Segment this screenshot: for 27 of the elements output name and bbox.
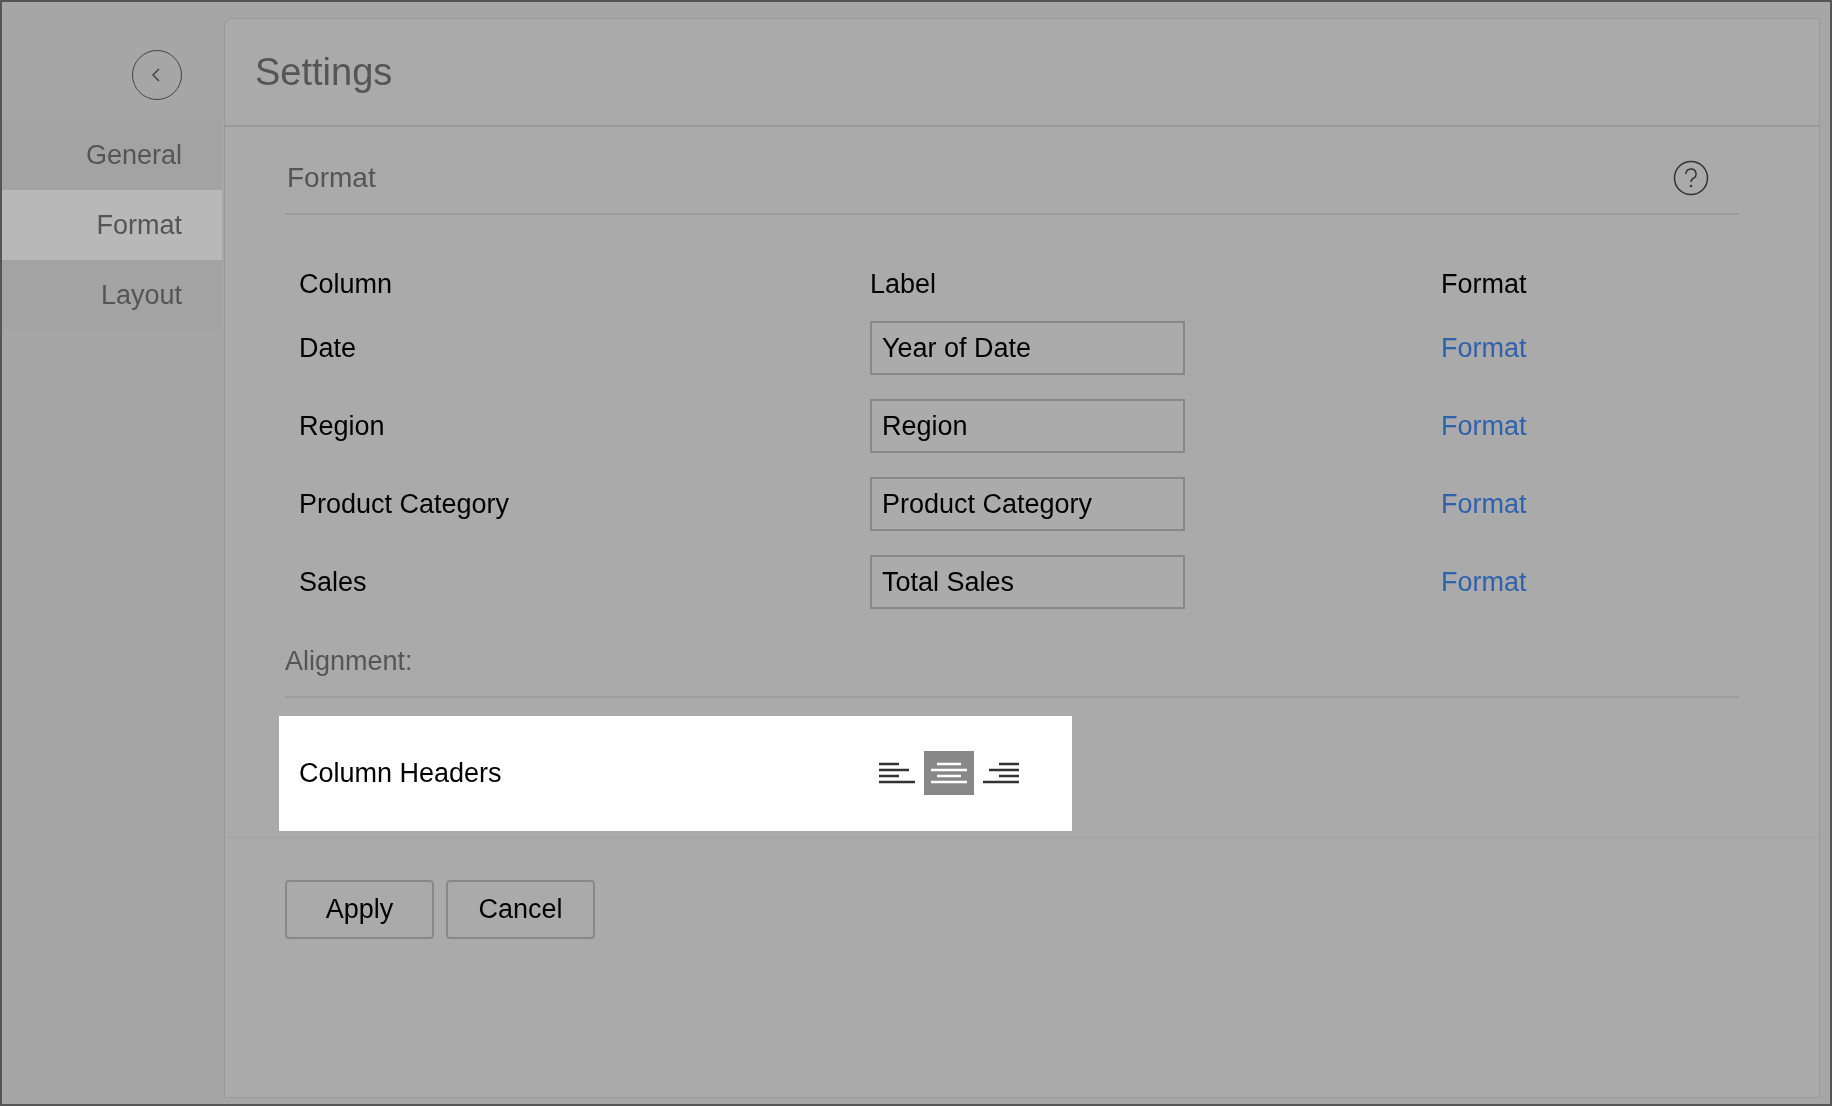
align-right-icon — [983, 762, 1019, 784]
alignment-row-label: Column Headers — [299, 756, 503, 790]
column-name: Date — [299, 331, 358, 365]
format-link[interactable]: Format — [1441, 465, 1739, 543]
label-input[interactable]: Region — [870, 399, 1185, 453]
sidebar-item[interactable]: Format — [2, 190, 222, 260]
format-link[interactable]: Format — [1441, 387, 1739, 465]
format-link[interactable]: Format — [1441, 309, 1739, 387]
column-header: Column — [299, 267, 394, 301]
alignment-label: Alignment: — [285, 646, 413, 676]
back-button[interactable] — [132, 50, 182, 100]
align-left-icon — [879, 762, 915, 784]
window-title: Settings — [255, 49, 393, 95]
column-header: Format — [1441, 267, 1528, 301]
label-input[interactable]: Year of Date — [870, 321, 1185, 375]
label-input[interactable]: Product Category — [870, 477, 1185, 531]
label-input[interactable]: Total Sales — [870, 555, 1185, 609]
action-button[interactable]: Apply — [285, 879, 434, 939]
help-icon[interactable] — [1673, 160, 1709, 196]
column-name: Region — [299, 409, 386, 443]
column-header: Label — [870, 267, 938, 301]
section-title: Format — [287, 161, 376, 195]
format-link[interactable]: Format — [1441, 543, 1739, 621]
column-name: Sales — [299, 565, 368, 599]
column-name: Product Category — [299, 487, 511, 521]
action-button[interactable]: Cancel — [446, 879, 595, 939]
align-center-icon — [931, 762, 967, 784]
